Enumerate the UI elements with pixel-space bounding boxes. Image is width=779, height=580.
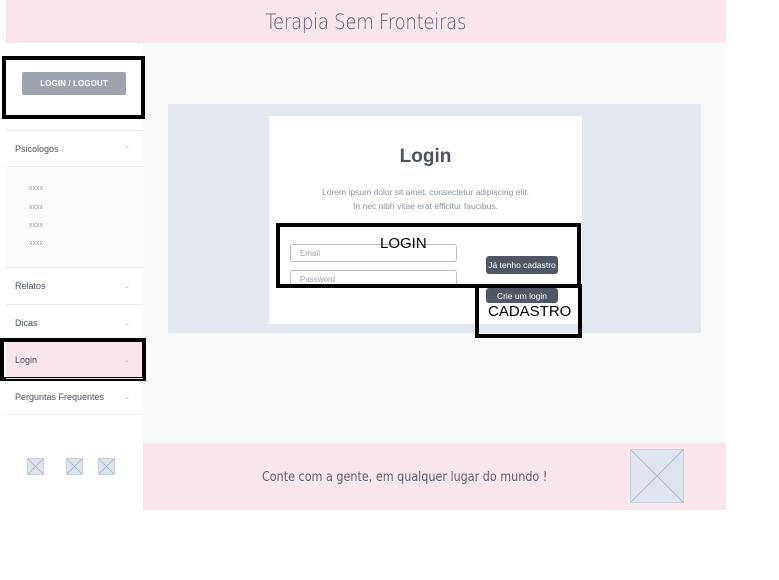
submenu-item[interactable]: xxxx <box>29 240 43 247</box>
image-placeholder-icon[interactable] <box>27 458 44 475</box>
sidebar-item-label: Psicologos <box>15 144 59 154</box>
submenu-item[interactable]: xxxx <box>29 185 43 192</box>
footer-tagline: Conte com a gente, em qualquer lugar do … <box>262 470 548 485</box>
chevron-down-icon: ⌄ <box>124 283 130 290</box>
psicologos-submenu <box>6 166 143 267</box>
sidebar-item-label: Dicas <box>15 318 38 328</box>
sidebar-item-perguntas-frequentes[interactable]: Perguntas Frequentes ⌄ <box>6 378 143 415</box>
annotation-box-login-form <box>276 223 581 288</box>
login-title: Login <box>399 146 452 167</box>
annotation-box-login-nav <box>0 338 146 381</box>
login-description: Lorem ipsum dolor sit amet, consectetur … <box>269 185 582 213</box>
sidebar-item-dicas[interactable]: Dicas ⌄ <box>6 304 143 341</box>
sidebar-item-label: Perguntas Frequentes <box>15 392 105 402</box>
description-line: In nec nibh vitae erat efficitur faucibu… <box>353 201 498 211</box>
annotation-label-cadastro: CADASTRO <box>488 303 572 320</box>
image-placeholder-icon[interactable] <box>98 458 115 475</box>
site-title: Terapia Sem Fronteiras <box>265 9 467 34</box>
submenu-item[interactable]: xxxx <box>29 222 43 229</box>
chevron-down-icon: ⌄ <box>124 320 130 327</box>
sidebar-item-psicologos[interactable]: Psicologos ⌃ <box>6 130 143 167</box>
image-placeholder-icon <box>630 449 684 503</box>
submenu-item[interactable]: xxxx <box>29 204 43 211</box>
annotation-label-login: LOGIN <box>380 235 427 252</box>
chevron-down-icon: ⌄ <box>124 394 130 401</box>
sidebar-item-label: Relatos <box>15 281 46 291</box>
sidebar-item-relatos[interactable]: Relatos ⌄ <box>6 267 143 304</box>
sidebar-divider <box>6 414 143 415</box>
chevron-up-icon: ⌃ <box>124 146 130 153</box>
site-header: Terapia Sem Fronteiras <box>6 0 726 43</box>
annotation-box-login-logout <box>2 56 145 119</box>
image-placeholder-icon[interactable] <box>66 458 83 475</box>
description-line: Lorem ipsum dolor sit amet, consectetur … <box>322 187 529 197</box>
